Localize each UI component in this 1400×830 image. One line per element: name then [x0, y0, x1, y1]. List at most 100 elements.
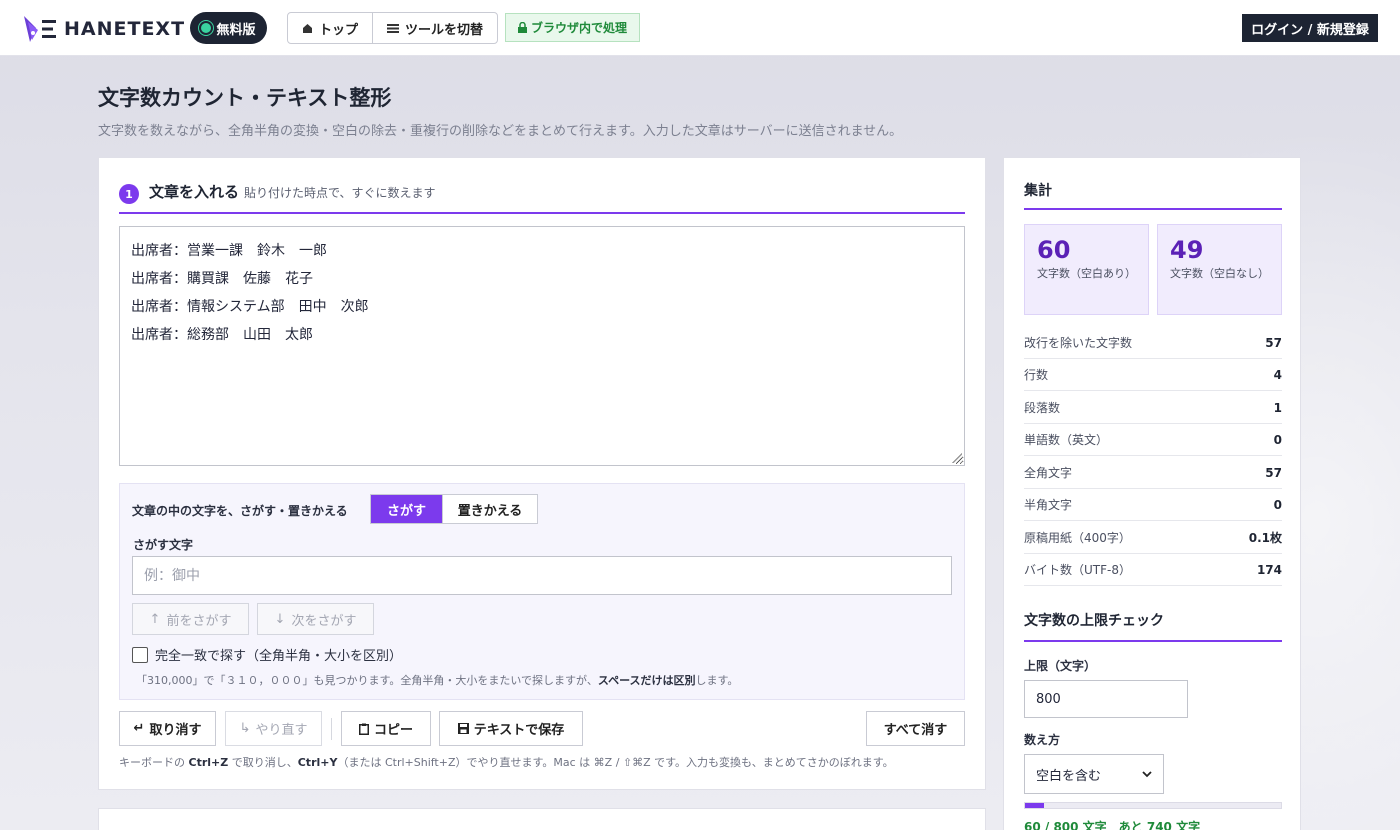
redo-label: やり直す: [255, 723, 308, 738]
stat-label: 原稿用紙（400字）: [1024, 531, 1131, 545]
stat-label: 単語数（英文）: [1024, 433, 1109, 447]
logo[interactable]: HANETEXT: [22, 14, 185, 44]
count-mode-label: 数え方: [1024, 733, 1061, 747]
copy-label: コピー: [373, 723, 413, 738]
input-card: 1 文章を入れる 貼り付けた時点で、すぐに数えます 出席者：営業一課 鈴木 一郎…: [98, 157, 986, 790]
summary-title: 集計: [1024, 180, 1282, 210]
mode-replace-tab[interactable]: 置きかえる: [442, 495, 537, 523]
status-dot-icon: [201, 23, 212, 33]
stat-label: 改行を除いた文字数: [1024, 336, 1133, 350]
stat-row: 半角文字 0: [1024, 489, 1282, 521]
stat-value: 4: [1273, 367, 1282, 382]
stat-without-spaces: 49 文字数（空白なし）: [1157, 224, 1282, 315]
browser-processing-chip: ブラウザ内で処理: [505, 13, 640, 42]
exact-match-label: 完全一致で探す（全角半角・大小を区別）: [155, 649, 403, 664]
search-field-label: さがす文字: [133, 538, 194, 552]
search-panel-label: 文章の中の文字を、さがす・置きかえる: [132, 504, 348, 518]
count-mode-select[interactable]: 空白を含む: [1024, 754, 1164, 794]
step-number-badge: 1: [119, 184, 139, 204]
stat-row: 原稿用紙（400字） 0.1枚: [1024, 522, 1282, 554]
save-icon: [457, 723, 469, 734]
search-input[interactable]: [132, 556, 952, 595]
stat-value: 0.1枚: [1248, 531, 1282, 545]
stat-row: 全角文字 57: [1024, 457, 1282, 489]
stat-with-spaces: 60 文字数（空白あり）: [1024, 224, 1149, 315]
keyboard-shortcut-note: キーボードの Ctrl+Z で取り消し、Ctrl+Y（または Ctrl+Shif…: [119, 754, 894, 770]
stat-value: 0: [1273, 432, 1282, 447]
stat-row: 改行を除いた文字数 57: [1024, 327, 1282, 359]
redo-button[interactable]: ↳ やり直す: [225, 711, 322, 746]
logo-mark-icon: [24, 16, 56, 42]
kb-redo-shortcut: Ctrl+Y: [297, 756, 338, 769]
chevron-down-icon: [1142, 770, 1152, 777]
search-replace-panel: 文章の中の文字を、さがす・置きかえる さがす 置きかえる さがす文字 ↑ 前をさ…: [119, 483, 965, 700]
search-next-label: 次をさがす: [291, 613, 357, 629]
exact-match-option[interactable]: 完全一致で探す（全角半角・大小を区別）: [132, 645, 402, 664]
search-mode-toggle: さがす 置きかえる: [370, 494, 538, 524]
stat-value: 0: [1273, 497, 1282, 512]
text-line: 出席者：情報システム部 田中 次郎: [131, 299, 369, 315]
limit-check-title: 文字数の上限チェック: [1024, 610, 1282, 642]
text-input-area[interactable]: 出席者：営業一課 鈴木 一郎 出席者：購買課 佐藤 花子 出席者：情報システム部…: [119, 226, 965, 466]
undo-label: 取り消す: [149, 723, 202, 738]
search-next-button[interactable]: ↓ 次をさがす: [257, 603, 374, 635]
stat-label: 半角文字: [1024, 498, 1073, 512]
stat-label: 行数: [1024, 368, 1049, 382]
stat-with-spaces-label: 文字数（空白あり）: [1037, 267, 1136, 280]
top-header: HANETEXT 無料版 トップ ツールを切替 ブラウザ内で処理 ログイン / …: [0, 0, 1400, 56]
arrow-up-icon: ↑: [149, 611, 161, 627]
stat-with-spaces-value: 60: [1037, 236, 1071, 264]
nav-top-label: トップ: [319, 22, 359, 38]
stat-without-spaces-label: 文字数（空白なし）: [1170, 267, 1269, 280]
summary-card: 集計 60 文字数（空白あり） 49 文字数（空白なし） 改行を除いた文字数 57…: [1003, 157, 1301, 830]
mode-search-tab[interactable]: さがす: [371, 495, 442, 523]
search-note: 「310,000」で「３１０，０００」も見つかります。全角半角・大小をまたいで探…: [136, 672, 738, 688]
resize-handle-icon[interactable]: [952, 453, 962, 463]
text-line: 出席者：営業一課 鈴木 一郎: [131, 243, 327, 259]
nav-switch-tool-label: ツールを切替: [405, 22, 484, 38]
page-title: 文字数カウント・テキスト整形: [98, 86, 392, 110]
stat-row: 行数 4: [1024, 359, 1282, 391]
search-note-bold: スペースだけは区別: [597, 674, 696, 687]
input-step-subtitle: 貼り付けた時点で、すぐに数えます: [244, 186, 436, 200]
exact-match-checkbox[interactable]: [132, 646, 148, 663]
nav-switch-tool-button[interactable]: ツールを切替: [372, 13, 497, 43]
limit-progress-fill: [1025, 803, 1045, 808]
text-line: 出席者：総務部 山田 太郎: [131, 327, 313, 343]
save-text-button[interactable]: テキストで保存: [439, 711, 583, 746]
clipboard-icon: [358, 723, 369, 735]
limit-input[interactable]: 800: [1024, 680, 1188, 718]
stat-row: 単語数（英文） 0: [1024, 424, 1282, 456]
arrow-down-icon: ↓: [274, 611, 286, 627]
stat-without-spaces-value: 49: [1170, 236, 1204, 264]
input-step-title: 文章を入れる: [149, 183, 240, 201]
stat-value: 57: [1265, 335, 1282, 350]
stat-row: 段落数 1: [1024, 392, 1282, 424]
kb-note-part: （または Ctrl+Shift+Z）でやり直せます。Mac は ⌘Z / ⇧⌘Z…: [337, 756, 894, 769]
page-description: 文字数を数えながら、全角半角の変換・空白の除去・重複行の削除などをまとめて行えま…: [98, 124, 903, 139]
stat-value: 57: [1265, 465, 1282, 480]
save-text-label: テキストで保存: [473, 723, 565, 738]
stat-label: 段落数: [1024, 401, 1061, 415]
stat-value: 1: [1273, 400, 1282, 415]
next-section-card: [98, 808, 986, 830]
login-signup-button[interactable]: ログイン / 新規登録: [1242, 14, 1378, 42]
limit-progress-text: 60 / 800 文字 あと 740 文字: [1024, 820, 1201, 830]
free-badge-label: 無料版: [216, 22, 256, 38]
stat-value: 174: [1256, 562, 1282, 577]
stat-label: 全角文字: [1024, 466, 1073, 480]
kb-undo-shortcut: Ctrl+Z: [188, 756, 229, 769]
kb-note-part: キーボードの: [119, 756, 189, 769]
clear-all-button[interactable]: すべて消す: [866, 711, 965, 746]
limit-field-label: 上限（文字）: [1024, 659, 1097, 673]
free-plan-badge: 無料版: [190, 12, 267, 44]
search-note-suffix: します。: [695, 674, 739, 687]
nav-top-button[interactable]: トップ: [288, 13, 372, 43]
search-note-prefix: 「310,000」で「３１０，０００」も見つかります。全角半角・大小をまたいで探…: [136, 674, 598, 687]
search-prev-button[interactable]: ↑ 前をさがす: [132, 603, 249, 635]
copy-button[interactable]: コピー: [341, 711, 431, 746]
home-icon: [303, 23, 312, 33]
undo-button[interactable]: ↵ 取り消す: [119, 711, 216, 746]
lock-icon: [517, 22, 527, 33]
search-prev-label: 前をさがす: [166, 613, 232, 629]
